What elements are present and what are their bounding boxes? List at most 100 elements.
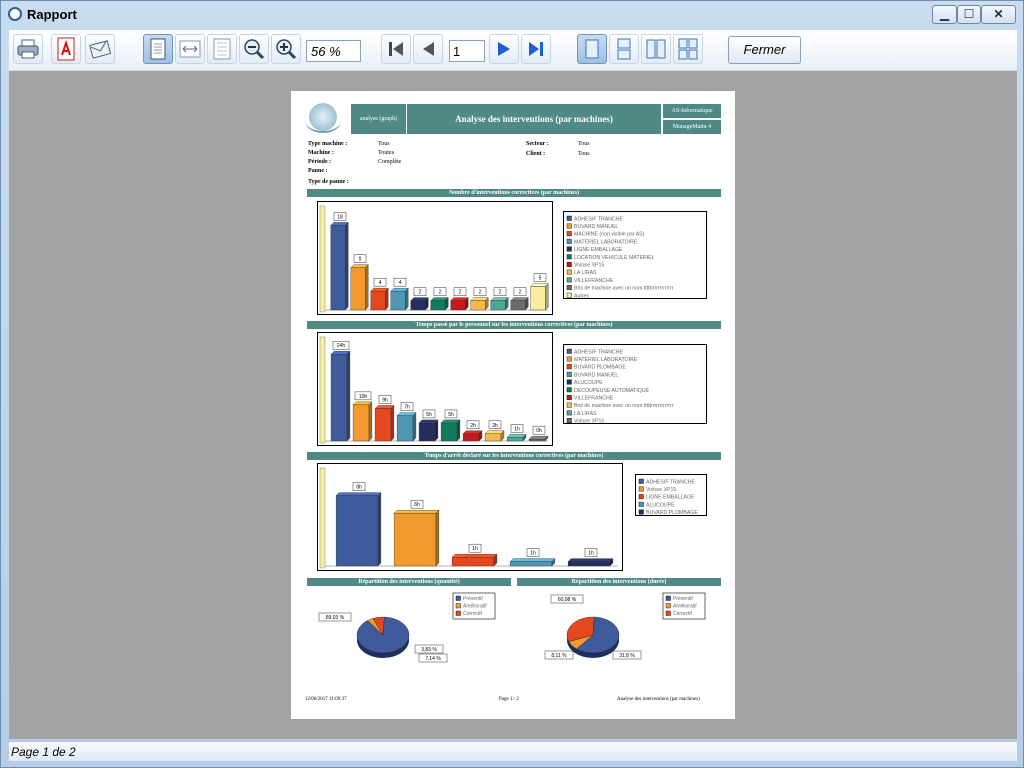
single-page-button[interactable]: [143, 34, 173, 64]
data-label: 6h: [414, 502, 420, 508]
data-label: 4: [399, 280, 402, 286]
bar: [530, 286, 546, 311]
legend-label: ADHESIF TRANCHE: [574, 216, 623, 222]
zoom-in-button[interactable]: [271, 34, 301, 64]
page-width-button[interactable]: [175, 34, 205, 64]
legend-swatch: [566, 277, 572, 283]
print-button[interactable]: [13, 34, 43, 64]
close-window-button[interactable]: ✕: [981, 5, 1016, 24]
pie-legend-label: Correctif: [463, 611, 483, 617]
view-page-icon: [585, 39, 599, 59]
first-page-button[interactable]: [381, 34, 411, 64]
chart3-legend-svg: ADHESIF TRANCHE Voiture XP15 LIGNE EMBALLA…: [638, 478, 698, 516]
view-page-button[interactable]: [577, 34, 607, 64]
data-label: 7h: [404, 405, 410, 411]
chart1-plot: 18 9 4 4 2 2 2 2 2 2 5: [317, 201, 553, 315]
legend-swatch: [566, 246, 572, 252]
data-label: 2: [499, 290, 502, 296]
legend-swatch: [566, 231, 572, 237]
pie-legend-label: Amélioratif: [673, 604, 697, 610]
bar: [510, 300, 526, 311]
bar-side: [368, 401, 373, 442]
bar: [484, 433, 502, 442]
bar: [393, 513, 437, 567]
view-single-column-button[interactable]: [609, 34, 639, 64]
chart3-plot: 8h 6h 1h 1h 1h: [317, 463, 623, 571]
legend-label: LIGNE EMBALLAGE: [574, 247, 623, 253]
bar: [330, 354, 348, 442]
legend-label: DECOUPEUSE AUTOMATIQUE: [574, 388, 650, 394]
status-bar: Page 1 de 2: [9, 741, 1017, 761]
legend-label: LA LIRAS: [574, 411, 597, 417]
legend-swatch: [566, 410, 572, 416]
bar: [462, 433, 480, 442]
legend-label: MATERIEL LABORATOIRE: [574, 357, 638, 363]
legend-label: Voiture XP15: [574, 419, 604, 425]
report-title: Analyse des interventions (par machines): [407, 104, 661, 134]
legend-label: Bris de machine avec un nom tttttrrrrrrr…: [574, 403, 674, 409]
bar-side: [435, 509, 440, 567]
toolbar: 56 % 1 Fermer: [9, 30, 1017, 70]
legend-label: LA LIRAS: [574, 270, 597, 276]
axis-wall: [319, 467, 326, 569]
bar: [440, 422, 458, 442]
legend-label: Bris de machine avec un nom tttttrrrrrrr…: [574, 286, 674, 292]
bar: [506, 437, 524, 442]
pie-legend-swatch: [665, 610, 671, 616]
next-page-button[interactable]: [489, 34, 519, 64]
multi-page-button[interactable]: [207, 34, 237, 64]
app-icon: [8, 7, 22, 21]
legend-swatch: [566, 356, 572, 362]
view-grid-button[interactable]: [673, 34, 703, 64]
pie-label: 89,03 %: [326, 615, 345, 621]
bar: [374, 408, 392, 442]
fermer-button[interactable]: Fermer: [728, 36, 801, 64]
email-button[interactable]: [85, 34, 115, 64]
legend-swatch: [638, 494, 644, 500]
legend-swatch: [566, 262, 572, 267]
product-name: ManageMaint 4: [663, 120, 721, 134]
bar-side: [377, 492, 382, 567]
legend-swatch: [566, 364, 572, 370]
legend-label: VILLEFRANCHE: [574, 396, 614, 402]
zoom-out-button[interactable]: [239, 34, 269, 64]
bar-top: [567, 558, 614, 562]
legend-swatch: [566, 285, 572, 291]
bar: [352, 404, 370, 442]
filter-machine-value: Toutes: [378, 150, 394, 156]
window-title: Rapport: [27, 7, 77, 22]
chart2-title: Temps passé par le personnel sur les int…: [307, 321, 721, 329]
pie1-title: Répartition des interventions (quantité): [307, 578, 511, 586]
legend-swatch: [566, 269, 572, 275]
data-label: 9: [359, 257, 362, 263]
data-label: 5h: [426, 412, 432, 418]
data-label: 2h: [492, 423, 498, 429]
minimize-button[interactable]: ▁: [932, 5, 957, 24]
legend-label: MATERIEL LABORATOIRE: [574, 239, 638, 245]
data-label: 1h: [472, 546, 478, 552]
chart1-svg: 18 9 4 4 2 2 2 2 2 2 5: [319, 205, 549, 313]
zoom-input[interactable]: 56 %: [306, 40, 361, 62]
next-page-icon: [498, 42, 510, 56]
title-bar[interactable]: Rapport ▁ ☐ ✕: [1, 1, 1023, 29]
export-pdf-button[interactable]: [51, 34, 81, 64]
data-label: 2: [479, 290, 482, 296]
maximize-button[interactable]: ☐: [957, 5, 981, 24]
view-two-pages-icon: [646, 39, 666, 59]
previous-page-button[interactable]: [413, 34, 443, 64]
data-label: 8h: [356, 485, 362, 491]
page-number-input[interactable]: 1: [449, 40, 485, 62]
bar-side: [404, 287, 409, 311]
company-logo: [305, 103, 341, 133]
legend-swatch: [638, 478, 644, 484]
filter-machine-label: Machine :: [308, 150, 334, 156]
last-page-button[interactable]: [521, 34, 551, 64]
data-label: 2h: [470, 423, 476, 429]
legend-label: Autres: [574, 293, 589, 299]
legend-label: Voiture XP15: [574, 263, 604, 269]
data-label: 2: [519, 290, 522, 296]
view-two-pages-button[interactable]: [641, 34, 671, 64]
legend-label: LOCATION VEHICULE MATERIEL: [574, 255, 655, 261]
filter-periode-value: Complète: [378, 159, 402, 165]
chart1-title: Nombre d'interventions correctives (par …: [307, 189, 721, 197]
